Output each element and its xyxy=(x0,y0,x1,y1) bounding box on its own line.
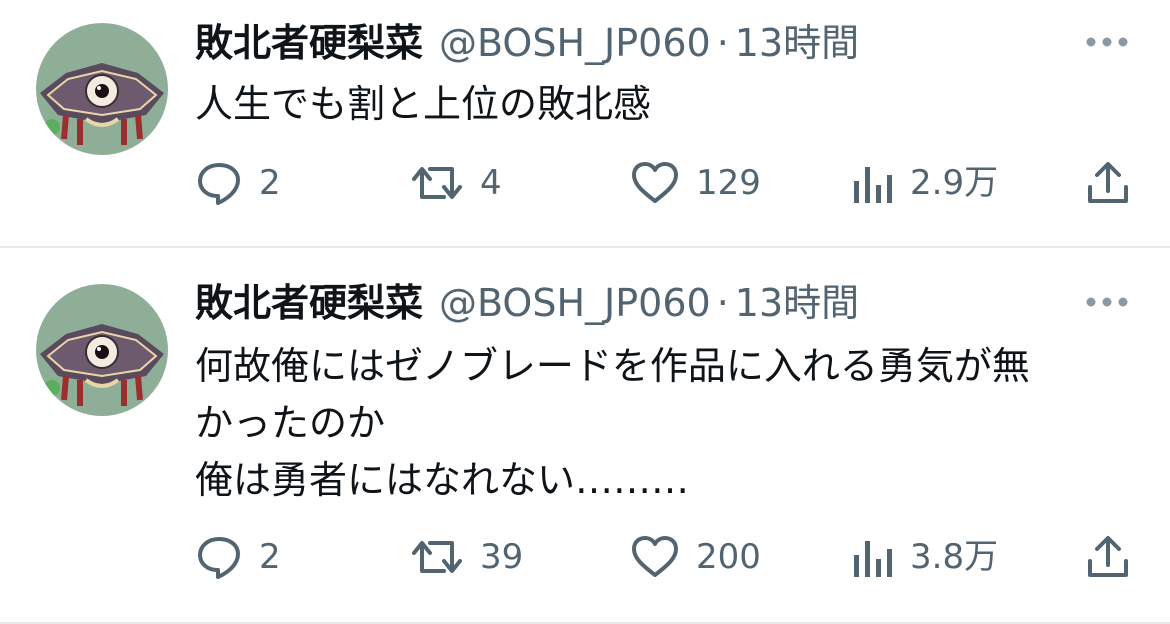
avatar-emblem-icon xyxy=(40,63,164,145)
like-count: 129 xyxy=(696,163,761,203)
tweet[interactable]: 敗北者硬梨菜 @BOSH_JP060 · 13時間 何故俺にはゼノブレードを作品… xyxy=(0,248,1170,622)
timestamp[interactable]: 13時間 xyxy=(735,18,859,68)
user-handle[interactable]: @BOSH_JP060 xyxy=(439,18,711,68)
separator-dot: · xyxy=(716,281,729,325)
reply-count: 2 xyxy=(259,163,281,203)
reply-button[interactable]: 2 xyxy=(195,532,281,582)
retweet-icon xyxy=(412,167,462,199)
display-name[interactable]: 敗北者硬梨菜 xyxy=(195,18,423,68)
display-name[interactable]: 敗北者硬梨菜 xyxy=(195,278,423,328)
tweet-text: 人生でも割と上位の敗北感 xyxy=(195,82,652,126)
tweet-header: 敗北者硬梨菜 @BOSH_JP060 · 13時間 xyxy=(195,278,859,328)
bar-chart-icon xyxy=(854,541,892,577)
reply-bubble-icon xyxy=(198,537,240,579)
share-button[interactable] xyxy=(1085,158,1131,208)
reply-count: 2 xyxy=(259,537,281,577)
bar-chart-icon xyxy=(854,167,892,203)
avatar-emblem-icon xyxy=(40,324,164,406)
reply-button[interactable]: 2 xyxy=(195,158,281,208)
retweet-count: 4 xyxy=(480,163,502,203)
tweet-text: 何故俺にはゼノブレードを作品に入れる勇気が無 かったのか 俺は勇者にはなれない…… xyxy=(195,344,1030,502)
heart-icon xyxy=(632,536,678,577)
views-button[interactable]: 2.9万 xyxy=(850,158,998,208)
separator-dot: · xyxy=(716,21,729,65)
avatar[interactable] xyxy=(36,23,168,155)
more-horizontal-icon[interactable] xyxy=(1084,32,1130,52)
retweet-count: 39 xyxy=(480,537,524,577)
tweet[interactable]: 敗北者硬梨菜 @BOSH_JP060 · 13時間 人生でも割と上位の敗北感 2 xyxy=(0,0,1170,246)
share-upload-icon xyxy=(1088,162,1128,203)
timestamp[interactable]: 13時間 xyxy=(735,278,859,328)
tweet-actions: 2 4 129 2.9万 xyxy=(195,158,1140,208)
retweet-button[interactable]: 4 xyxy=(410,158,502,208)
heart-icon xyxy=(632,162,678,203)
more-horizontal-icon[interactable] xyxy=(1084,292,1130,312)
views-count: 3.8万 xyxy=(910,537,999,577)
reply-bubble-icon xyxy=(198,163,240,205)
like-button[interactable]: 129 xyxy=(630,158,761,208)
share-upload-icon xyxy=(1088,536,1128,577)
share-button[interactable] xyxy=(1085,532,1131,582)
tweet-header: 敗北者硬梨菜 @BOSH_JP060 · 13時間 xyxy=(195,18,859,68)
retweet-icon xyxy=(412,541,462,573)
retweet-button[interactable]: 39 xyxy=(410,532,523,582)
views-count: 2.9万 xyxy=(910,163,999,203)
views-button[interactable]: 3.8万 xyxy=(850,532,998,582)
user-handle[interactable]: @BOSH_JP060 xyxy=(439,278,711,328)
like-button[interactable]: 200 xyxy=(630,532,761,582)
avatar[interactable] xyxy=(36,284,168,416)
tweet-actions: 2 39 200 3.8万 xyxy=(195,532,1140,582)
like-count: 200 xyxy=(696,537,761,577)
